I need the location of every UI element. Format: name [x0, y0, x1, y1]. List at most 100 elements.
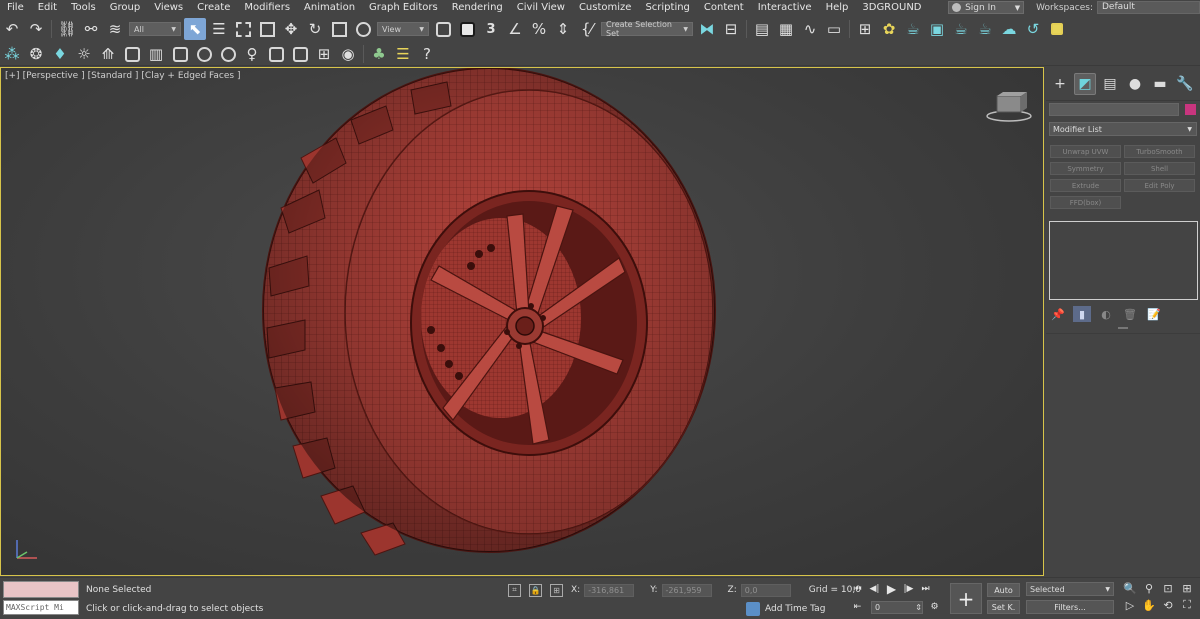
tab-create[interactable]: + [1049, 73, 1071, 95]
modifier-stack[interactable] [1049, 221, 1198, 300]
dope-sheet-button[interactable]: ▭ [823, 18, 845, 40]
unwrap-uvw-button[interactable]: Unwrap UVW [1050, 145, 1121, 158]
key-filter-selection-dropdown[interactable]: Selected ▼ [1026, 582, 1114, 596]
render-production-button[interactable]: ☕ [950, 18, 972, 40]
menu-edit[interactable]: Edit [31, 0, 64, 15]
scene-tool-7-button[interactable]: ▥ [145, 43, 167, 65]
time-configuration-button[interactable]: ⚙ [927, 600, 942, 614]
unlink-button[interactable]: ⚯ [80, 18, 102, 40]
pin-stack-button[interactable]: 📌 [1049, 306, 1067, 322]
tire-wheel-model[interactable] [1, 68, 1043, 575]
maxscript-listener-output[interactable] [3, 581, 79, 598]
percent-snap-button[interactable]: % [528, 18, 550, 40]
menu-interactive[interactable]: Interactive [751, 0, 819, 15]
maximize-viewport-button[interactable]: ⛶ [1179, 598, 1195, 612]
render-in-cloud-button[interactable]: ↺ [1022, 18, 1044, 40]
rectangular-selection-button[interactable] [232, 18, 254, 40]
layer-explorer-button[interactable]: ▤ [751, 18, 773, 40]
scene-tool-1-button[interactable]: ⁂ [1, 43, 23, 65]
zoom-button[interactable]: 🔍 [1122, 581, 1138, 595]
align-button[interactable]: ⊟ [720, 18, 742, 40]
pan-view-button[interactable]: ✋ [1141, 598, 1157, 612]
menu-civil-view[interactable]: Civil View [510, 0, 572, 15]
render-setup-button[interactable]: ☕ [902, 18, 924, 40]
scene-tool-10-button[interactable] [217, 43, 239, 65]
named-selection-dropdown[interactable]: Create Selection Set ▼ [601, 20, 693, 38]
auto-key-button[interactable]: Auto [987, 583, 1020, 597]
scene-tool-15-button[interactable]: ◉ [337, 43, 359, 65]
current-frame-field[interactable]: 0 ⇕ [871, 600, 923, 614]
go-to-start-button[interactable]: ⏮ [850, 582, 865, 596]
menu-tools[interactable]: Tools [64, 0, 103, 15]
menu-animation[interactable]: Animation [297, 0, 362, 15]
turbosmooth-button[interactable]: TurboSmooth [1124, 145, 1195, 158]
menu-rendering[interactable]: Rendering [445, 0, 510, 15]
undo-button[interactable]: ↶ [1, 18, 23, 40]
bind-space-warp-button[interactable]: ≋ [104, 18, 126, 40]
edit-named-selection-button[interactable]: {⁄ [576, 18, 598, 40]
scene-tool-8-button[interactable] [169, 43, 191, 65]
select-and-move-button[interactable]: ✥ [280, 18, 302, 40]
tab-hierarchy[interactable]: ▤ [1099, 73, 1121, 95]
previous-frame-button[interactable]: ◀| [867, 582, 882, 596]
configure-modifier-sets-button[interactable]: 📝 [1145, 306, 1163, 322]
sign-in-dropdown[interactable]: Sign In ▼ [948, 1, 1025, 14]
tab-modify[interactable]: ◩ [1074, 72, 1096, 95]
menu-graph-editors[interactable]: Graph Editors [362, 0, 445, 15]
select-by-name-button[interactable]: ☰ [208, 18, 230, 40]
make-unique-button[interactable]: ◐ [1097, 306, 1115, 322]
scene-tool-3-button[interactable]: ♦ [49, 43, 71, 65]
snaps-toggle-button[interactable]: 3 [480, 18, 502, 40]
shell-button[interactable]: Shell [1124, 162, 1195, 175]
key-mode-toggle-button[interactable]: ⇤ [850, 600, 865, 614]
menu-group[interactable]: Group [103, 0, 147, 15]
scene-tool-14-button[interactable]: ⊞ [313, 43, 335, 65]
material-editor-button[interactable]: ✿ [878, 18, 900, 40]
select-and-scale-button[interactable] [328, 18, 350, 40]
show-end-result-button[interactable]: ▮ [1073, 306, 1091, 322]
selection-filter-dropdown[interactable]: All ▼ [129, 22, 181, 36]
symmetry-button[interactable]: Symmetry [1050, 162, 1121, 175]
render-cloud-button[interactable]: ☁ [998, 18, 1020, 40]
select-and-place-button[interactable] [352, 18, 374, 40]
menu-help[interactable]: Help [819, 0, 856, 15]
menu-3dground[interactable]: 3DGROUND [855, 0, 928, 15]
link-button[interactable]: ⛓ [56, 18, 78, 40]
pivot-center-button[interactable] [432, 18, 454, 40]
extrude-button[interactable]: Extrude [1050, 179, 1121, 192]
workspaces-dropdown[interactable]: Default [1097, 1, 1200, 14]
menu-customize[interactable]: Customize [572, 0, 639, 15]
scene-tool-5-button[interactable]: ⟰ [97, 43, 119, 65]
help-button[interactable]: ? [416, 43, 438, 65]
field-of-view-button[interactable]: ▷ [1122, 598, 1138, 612]
tab-display[interactable]: ▬ [1149, 73, 1171, 95]
select-and-rotate-button[interactable]: ↻ [304, 18, 326, 40]
scene-tool-6-button[interactable] [121, 43, 143, 65]
object-color-swatch[interactable] [1185, 103, 1196, 115]
scene-tool-9-button[interactable] [193, 43, 215, 65]
scene-explorer-button[interactable]: ▦ [775, 18, 797, 40]
manipulate-button[interactable] [456, 18, 478, 40]
reference-coord-dropdown[interactable]: View ▼ [377, 22, 429, 36]
set-key-button[interactable]: + [950, 583, 982, 614]
ffd-box-button[interactable]: FFD(box) [1050, 196, 1121, 209]
next-frame-button[interactable]: |▶ [901, 582, 916, 596]
curve-editor-button[interactable]: ∿ [799, 18, 821, 40]
go-to-end-button[interactable]: ⏭ [918, 582, 933, 596]
scene-tool-17-button[interactable]: ☰ [392, 43, 414, 65]
isolate-selection-icon[interactable]: ⌗ [508, 583, 521, 597]
spinner-snap-button[interactable]: ⇕ [552, 18, 574, 40]
zoom-all-button[interactable]: ⚲ [1141, 581, 1157, 595]
scene-tool-12-button[interactable] [265, 43, 287, 65]
selection-lock-icon[interactable]: 🔒 [529, 583, 542, 597]
menu-file[interactable]: File [0, 0, 31, 15]
maxscript-mini-listener[interactable]: MAXScript Mi [3, 600, 79, 615]
viewcube-icon[interactable] [985, 92, 1035, 122]
menu-create[interactable]: Create [190, 0, 237, 15]
tab-motion[interactable]: ● [1124, 73, 1146, 95]
menu-scripting[interactable]: Scripting [638, 0, 696, 15]
scene-tool-4-button[interactable]: ☼ [73, 43, 95, 65]
rendered-frame-window-button[interactable]: ▣ [926, 18, 948, 40]
perspective-viewport[interactable]: [+] [Perspective ] [Standard ] [Clay + E… [0, 67, 1044, 576]
object-name-field[interactable] [1049, 102, 1179, 116]
